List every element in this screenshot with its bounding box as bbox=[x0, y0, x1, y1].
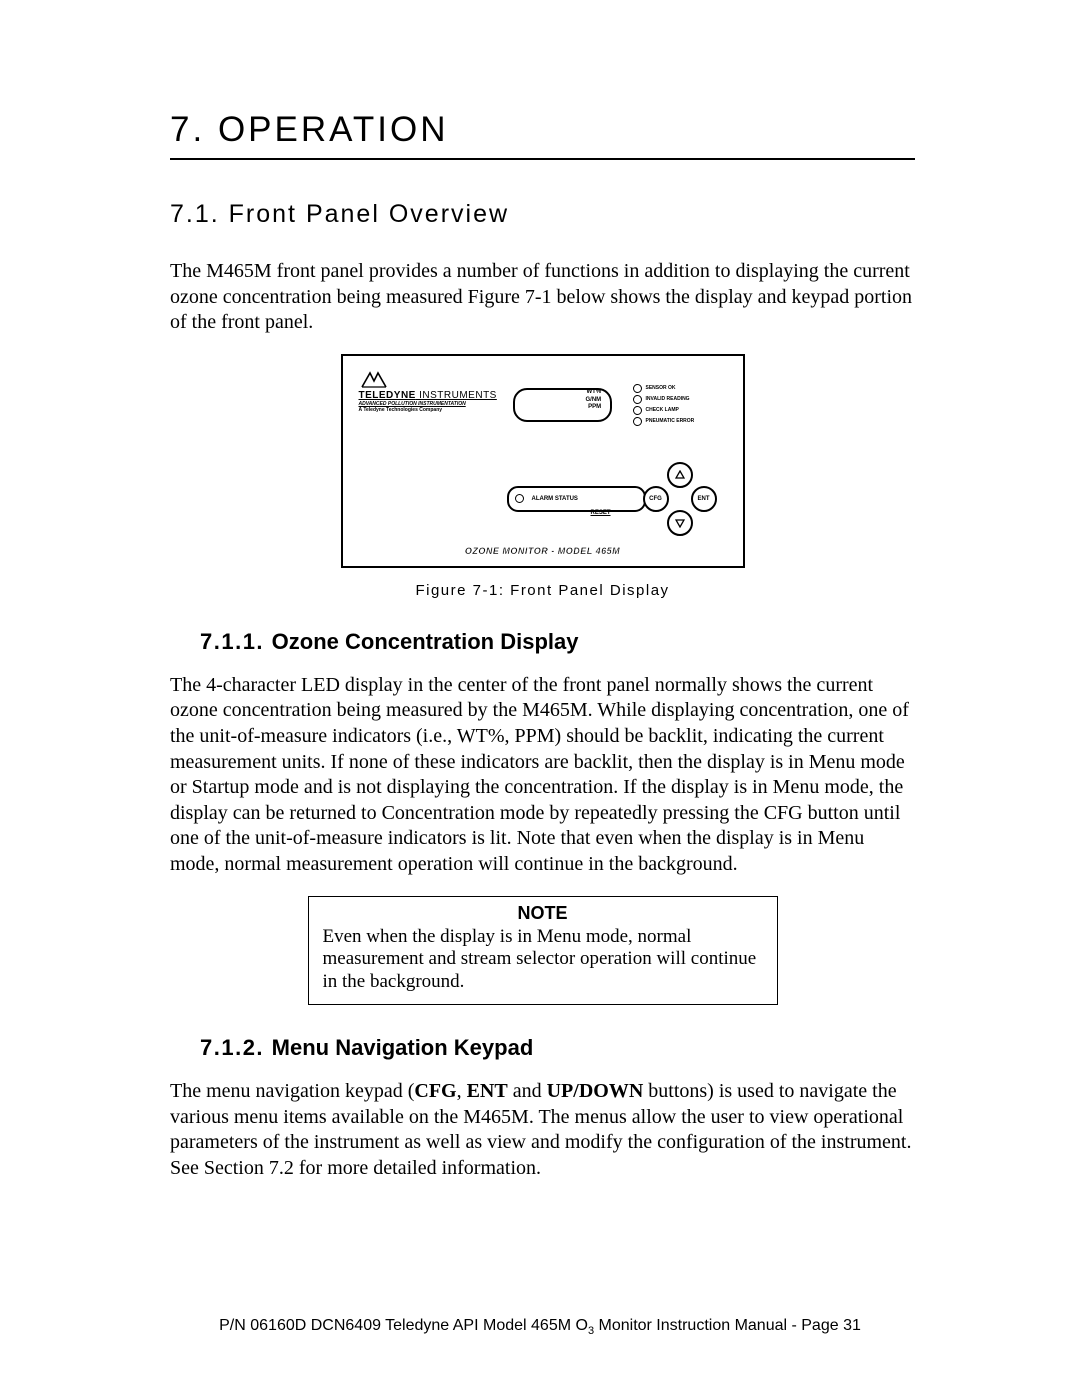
uom-ppm: PPM bbox=[586, 404, 602, 412]
logo-text-1a: TELEDYNE bbox=[359, 390, 416, 401]
chapter-number: 7. bbox=[170, 110, 205, 149]
status-led-column: SENSOR OK INVALID READING CHECK LAMP PNE… bbox=[633, 384, 695, 428]
section-7-1-1-title: 7.1.1. Ozone Concentration Display bbox=[200, 629, 915, 655]
ent-button[interactable]: ENT bbox=[691, 486, 717, 512]
subsection-number: 7.1.2. bbox=[200, 1035, 264, 1060]
led-icon bbox=[633, 395, 642, 404]
led-invalid: INVALID READING bbox=[646, 397, 690, 402]
subsection-name: Menu Navigation Keypad bbox=[272, 1035, 534, 1060]
subsection-number: 7.1.1. bbox=[200, 629, 264, 654]
triangle-down-icon bbox=[675, 518, 685, 528]
uom-gnm: G/NM bbox=[586, 397, 602, 405]
section-7-1-2-para: The menu navigation keypad (CFG, ENT and… bbox=[170, 1079, 915, 1181]
logo-text-1b: INSTRUMENTS bbox=[416, 390, 497, 401]
manual-page: 7. OPERATION 7.1. Front Panel Overview T… bbox=[0, 0, 1080, 1397]
section-number: 7.1. bbox=[170, 200, 220, 228]
front-panel-diagram: TELEDYNE INSTRUMENTS ADVANCED POLLUTION … bbox=[341, 354, 745, 568]
unit-of-measure-labels: WT% G/NM PPM bbox=[586, 389, 602, 412]
figure-7-1: TELEDYNE INSTRUMENTS ADVANCED POLLUTION … bbox=[170, 354, 915, 599]
logo-icon bbox=[359, 370, 389, 388]
kw-ent: ENT bbox=[467, 1080, 508, 1102]
alarm-status-slot: ALARM STATUS bbox=[507, 486, 646, 512]
navigation-keypad: CFG ENT bbox=[643, 462, 713, 532]
kw-cfg: CFG bbox=[414, 1080, 456, 1102]
led-sensor-ok: SENSOR OK bbox=[646, 386, 676, 391]
led-check-lamp: CHECK LAMP bbox=[646, 408, 679, 413]
uom-wt: WT% bbox=[586, 389, 602, 397]
title-rule bbox=[170, 158, 915, 160]
note-box: NOTE Even when the display is in Menu mo… bbox=[308, 896, 778, 1005]
subsection-name: Ozone Concentration Display bbox=[272, 629, 579, 654]
up-button[interactable] bbox=[667, 462, 693, 488]
chapter-title: 7. OPERATION bbox=[170, 110, 915, 150]
figure-caption: Figure 7-1: Front Panel Display bbox=[415, 582, 669, 599]
logo-text-3: A Teledyne Technologies Company bbox=[359, 407, 497, 413]
section-7-1-para: The M465M front panel provides a number … bbox=[170, 259, 915, 336]
note-body: Even when the display is in Menu mode, n… bbox=[323, 926, 763, 994]
alarm-status-label: ALARM STATUS bbox=[532, 496, 578, 502]
section-7-1-title: 7.1. Front Panel Overview bbox=[170, 200, 915, 229]
section-7-1-2-title: 7.1.2. Menu Navigation Keypad bbox=[200, 1035, 915, 1061]
reset-label: RESET bbox=[591, 510, 611, 516]
chapter-name: OPERATION bbox=[218, 110, 449, 149]
section-name: Front Panel Overview bbox=[229, 200, 509, 228]
led-icon bbox=[633, 384, 642, 393]
kw-updown: UP/DOWN bbox=[547, 1080, 644, 1102]
led-icon bbox=[633, 406, 642, 415]
teledyne-logo: TELEDYNE INSTRUMENTS ADVANCED POLLUTION … bbox=[359, 370, 497, 413]
note-title: NOTE bbox=[323, 903, 763, 924]
led-pneumatic: PNEUMATIC ERROR bbox=[646, 419, 695, 424]
page-footer: P/N 06160D DCN6409 Teledyne API Model 46… bbox=[0, 1317, 1080, 1337]
alarm-led-icon bbox=[515, 494, 524, 503]
triangle-up-icon bbox=[675, 470, 685, 480]
led-icon bbox=[633, 417, 642, 426]
panel-model-label: OZONE MONITOR - MODEL 465M bbox=[343, 546, 743, 556]
cfg-button[interactable]: CFG bbox=[643, 486, 669, 512]
down-button[interactable] bbox=[667, 510, 693, 536]
section-7-1-1-para: The 4-character LED display in the cente… bbox=[170, 673, 915, 878]
